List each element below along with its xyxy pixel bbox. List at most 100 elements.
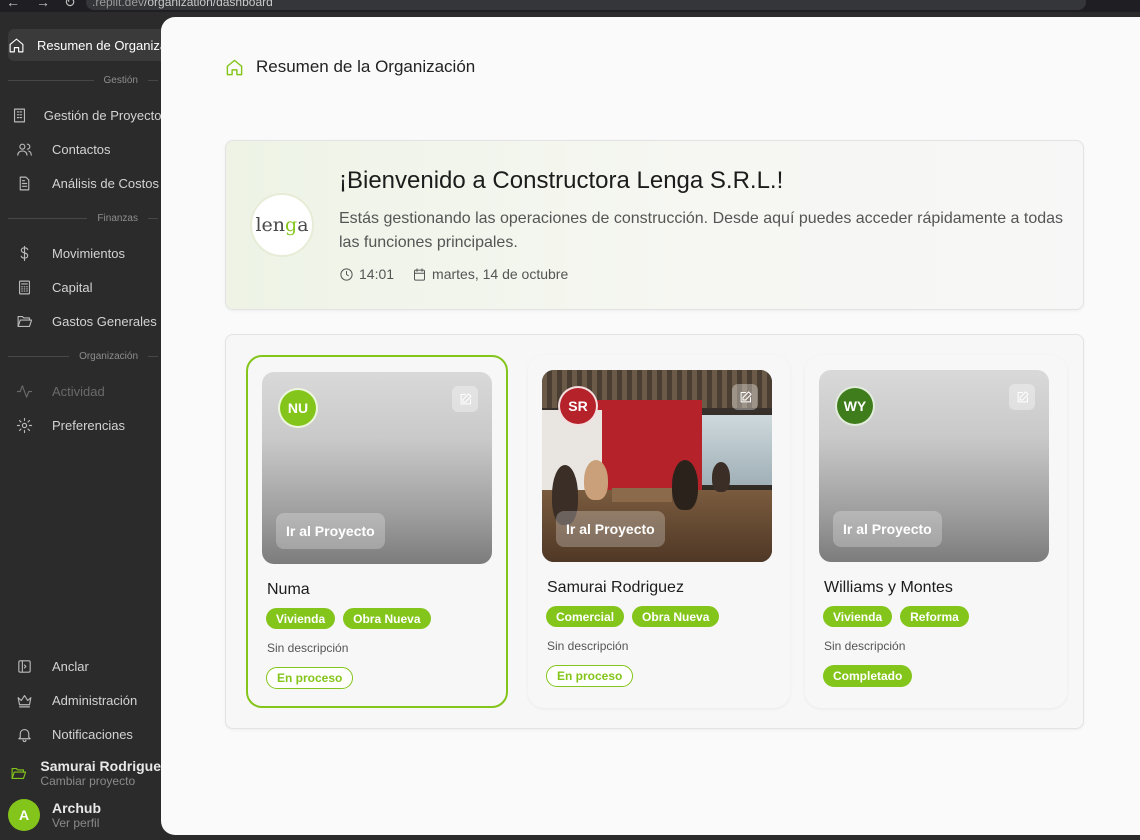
project-card-williams-y-montes[interactable]: WY Ir al Proyecto Williams y Montes Vivi… xyxy=(805,355,1067,708)
user-profile[interactable]: A Archub Ver perfil xyxy=(8,796,161,834)
forward-icon[interactable]: → xyxy=(36,0,50,10)
go-to-project-button[interactable]: Ir al Proyecto xyxy=(556,511,665,547)
sidebar-item-actividad[interactable]: Actividad xyxy=(8,375,161,407)
organization-logo: len g a xyxy=(250,193,314,257)
sidebar-item-label: Actividad xyxy=(52,383,105,399)
go-to-project-button[interactable]: Ir al Proyecto xyxy=(833,511,942,547)
section-label: Finanzas xyxy=(97,212,138,224)
sidebar-item-label: Análisis de Costos xyxy=(52,175,159,191)
project-thumbnail: WY Ir al Proyecto xyxy=(819,370,1049,562)
sidebar-item-contactos[interactable]: Contactos xyxy=(8,133,161,165)
sidebar-item-gastos[interactable]: Gastos Generales xyxy=(8,305,161,337)
page-header: Resumen de la Organización xyxy=(225,57,475,77)
project-initials: NU xyxy=(278,388,318,428)
dollar-icon xyxy=(8,245,40,262)
building-icon xyxy=(8,107,32,124)
welcome-heading: ¡Bienvenido a Constructora Lenga S.R.L.! xyxy=(339,167,784,194)
sidebar-item-administracion[interactable]: Administración xyxy=(8,684,161,716)
project-tag: Obra Nueva xyxy=(632,606,720,627)
sidebar-item-capital[interactable]: Capital xyxy=(8,271,161,303)
project-name: Williams y Montes xyxy=(824,579,953,596)
sidebar-item-anclar[interactable]: Anclar xyxy=(8,650,161,682)
reload-icon[interactable]: ↻ xyxy=(64,0,76,11)
users-icon xyxy=(8,141,40,158)
crown-icon xyxy=(8,692,40,709)
section-label: Organización xyxy=(79,350,138,362)
project-tags: Vivienda Reforma xyxy=(823,606,977,627)
folder-icon xyxy=(8,765,28,782)
project-tag: Reforma xyxy=(900,606,969,627)
back-icon[interactable]: ← xyxy=(6,0,20,10)
sidebar-item-preferencias[interactable]: Preferencias xyxy=(8,409,161,441)
sidebar-item-costos[interactable]: Análisis de Costos xyxy=(8,167,161,199)
project-tags: Comercial Obra Nueva xyxy=(546,606,727,627)
sidebar-item-proyectos[interactable]: Gestión de Proyectos xyxy=(8,99,161,131)
sidebar-item-label: Gastos Generales xyxy=(52,313,157,329)
edit-icon xyxy=(460,392,472,404)
sidebar-item-notificaciones[interactable]: Notificaciones xyxy=(8,718,161,750)
project-description: Sin descripción xyxy=(824,639,906,653)
project-card-numa[interactable]: NU Ir al Proyecto Numa Vivienda Obra Nue… xyxy=(246,355,508,708)
address-bar[interactable]: .replit.dev/organization/dashboard xyxy=(86,0,1086,10)
project-description: Sin descripción xyxy=(547,639,629,653)
sidebar-item-movimientos[interactable]: Movimientos xyxy=(8,237,161,269)
sidebar-item-label: Notificaciones xyxy=(52,726,133,742)
sidebar-item-label: Gestión de Proyectos xyxy=(43,107,161,123)
activity-icon xyxy=(8,383,40,400)
sidebar-item-label: Contactos xyxy=(52,141,111,157)
project-tag: Comercial xyxy=(546,606,625,627)
edit-project-button[interactable] xyxy=(1009,384,1035,410)
current-date: martes, 14 de octubre xyxy=(432,266,569,282)
sidebar-item-label: Resumen de Organización xyxy=(37,37,161,53)
calculator-icon xyxy=(8,279,40,296)
welcome-meta: 14:01 martes, 14 de octubre xyxy=(339,266,568,282)
sidebar-item-resumen[interactable]: Resumen de Organización xyxy=(8,29,161,61)
url-path: /organization/dashboard xyxy=(144,0,273,9)
home-icon xyxy=(8,37,25,54)
project-switcher[interactable]: Samurai Rodriguez Cambiar proyecto xyxy=(8,754,161,792)
page-title: Resumen de la Organización xyxy=(256,57,476,76)
project-name: Numa xyxy=(267,581,310,598)
project-thumbnail: NU Ir al Proyecto xyxy=(262,372,492,564)
bell-icon xyxy=(8,726,40,743)
project-tags: Vivienda Obra Nueva xyxy=(266,608,439,629)
status-badge: Completado xyxy=(823,665,913,687)
sidebar-item-label: Movimientos xyxy=(52,245,125,261)
sidebar: Resumen de Organización Gestión Gestión … xyxy=(0,12,161,840)
welcome-card: len g a ¡Bienvenido a Constructora Lenga S… xyxy=(225,140,1084,310)
section-label: Gestión xyxy=(103,74,138,86)
sidebar-item-label: Anclar xyxy=(52,658,89,674)
edit-project-button[interactable] xyxy=(452,386,478,412)
edit-project-button[interactable] xyxy=(732,384,758,410)
clock-icon xyxy=(340,267,353,281)
project-card-samurai-rodriguez[interactable]: SR Ir al Proyecto Samurai Rodriguez Come… xyxy=(528,355,790,708)
sidebar-item-label: Administración xyxy=(52,692,138,708)
current-project-name: Samurai Rodriguez xyxy=(40,758,161,774)
status-badge: En proceso xyxy=(546,665,634,687)
gear-icon xyxy=(8,417,40,434)
calendar-icon xyxy=(414,267,426,281)
project-tag: Obra Nueva xyxy=(343,608,431,629)
go-to-project-button[interactable]: Ir al Proyecto xyxy=(276,513,385,549)
change-project-label: Cambiar proyecto xyxy=(40,774,136,788)
project-description: Sin descripción xyxy=(267,641,349,655)
sidebar-item-label: Capital xyxy=(52,279,93,295)
panel-icon xyxy=(8,658,40,675)
section-organizacion: Organización xyxy=(8,349,158,363)
avatar: A xyxy=(8,799,40,831)
project-tag: Vivienda xyxy=(823,606,893,627)
project-name: Samurai Rodriguez xyxy=(547,579,684,596)
project-thumbnail: SR Ir al Proyecto xyxy=(542,370,772,562)
edit-icon xyxy=(1017,390,1029,402)
user-name: Archub xyxy=(52,800,101,816)
home-icon xyxy=(226,59,243,75)
browser-toolbar: ← → ↻ .replit.dev/organization/dashboard xyxy=(0,0,1140,12)
sidebar-item-label: Preferencias xyxy=(52,417,125,433)
project-tag: Vivienda xyxy=(266,608,336,629)
folder-open-icon xyxy=(8,313,40,330)
welcome-description: Estás gestionando las operaciones de con… xyxy=(339,210,1064,251)
current-time: 14:01 xyxy=(359,266,395,282)
url-host: .replit.dev xyxy=(92,0,145,9)
edit-icon xyxy=(740,390,752,402)
project-initials: WY xyxy=(835,386,875,426)
